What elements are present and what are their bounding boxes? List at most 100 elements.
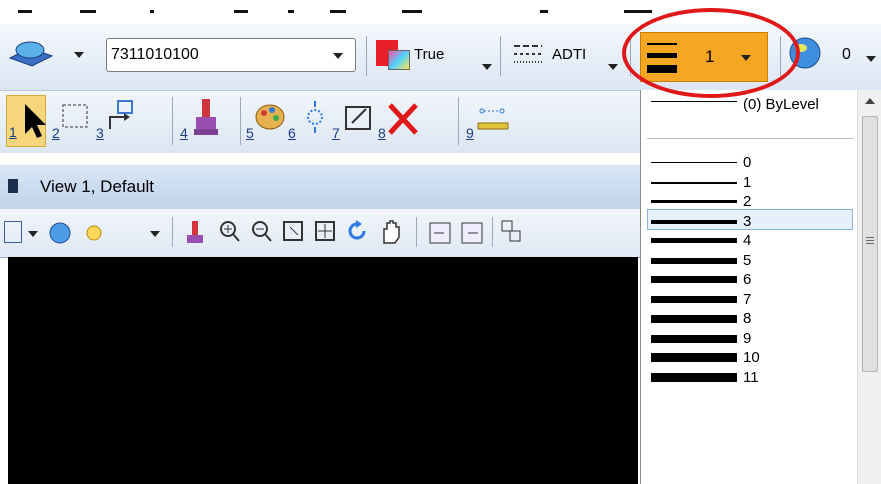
palette-icon (255, 104, 285, 130)
tool-measure[interactable]: 9 (464, 95, 509, 147)
dropdown-scrollbar[interactable] (857, 90, 881, 484)
transparency-dropdown-arrow[interactable] (866, 56, 876, 62)
zoom-out-icon[interactable] (250, 219, 274, 247)
tool-number: 5 (246, 125, 254, 141)
separator (458, 97, 459, 145)
weight-option-line (651, 162, 737, 163)
weight-option-label: 9 (743, 329, 752, 347)
chevron-down-icon[interactable] (150, 231, 160, 237)
scale-icon (345, 106, 371, 130)
view-window-icon (8, 179, 18, 193)
transparency-value: 0 (842, 46, 851, 63)
line-style-icon[interactable] (512, 42, 544, 68)
separator (240, 97, 241, 145)
separator (172, 217, 173, 247)
view-previous-icon[interactable] (428, 221, 452, 245)
weight-option-6[interactable]: 6 (647, 271, 857, 289)
view-attributes-icon[interactable] (4, 221, 22, 243)
weight-option-label: 1 (743, 173, 752, 191)
scroll-up-arrow[interactable] (865, 98, 875, 104)
weight-option-7[interactable]: 7 (647, 291, 857, 309)
weight-option-line (651, 334, 737, 343)
weight-option-label: 3 (743, 212, 752, 230)
line-style-dropdown-arrow[interactable] (608, 64, 618, 70)
weight-option-label: 11 (743, 368, 759, 386)
weight-option-line (651, 219, 737, 224)
weight-option-label: 10 (743, 349, 760, 366)
weight-option-line (651, 257, 737, 264)
view-canvas[interactable] (8, 257, 638, 484)
weight-option-line (651, 315, 737, 323)
weight-option-5[interactable]: 5 (647, 252, 857, 270)
level-combo[interactable]: 7311010100 (106, 38, 356, 72)
weight-option-line (651, 276, 737, 283)
rotate-view-icon[interactable] (346, 219, 370, 247)
tool-change-attributes[interactable]: 5 (244, 95, 285, 147)
view-next-icon[interactable] (460, 221, 484, 245)
separator (416, 217, 417, 247)
partial-icon (150, 10, 154, 13)
move-element-icon (109, 100, 133, 129)
tool-scale[interactable]: 7 (330, 95, 371, 147)
tool-number: 8 (378, 125, 386, 141)
update-view-icon[interactable] (184, 219, 208, 247)
weight-option-9[interactable]: 9 (647, 330, 857, 348)
weight-option-8[interactable]: 8 (647, 310, 857, 328)
lighting-sun-icon[interactable] (80, 219, 108, 247)
weight-option-4[interactable]: 4 (647, 232, 857, 250)
fit-view-icon[interactable] (314, 219, 338, 247)
tool-modify-attributes[interactable]: 4 (178, 95, 218, 147)
tool-fence[interactable]: 2 (50, 95, 90, 147)
level-manager-icon[interactable] (6, 38, 56, 72)
tool-move[interactable]: 3 (94, 95, 134, 147)
paint-brush-icon (194, 99, 218, 135)
weight-option-label: 6 (743, 271, 752, 288)
weight-option-bylevel[interactable]: (0) ByLevel (647, 96, 857, 114)
weight-option-0[interactable]: 0 (647, 154, 857, 172)
view-title-bar: View 1, Default (0, 165, 640, 209)
partial-icon (80, 10, 96, 13)
separator (172, 97, 173, 145)
weight-option-line (651, 200, 737, 203)
weight-option-1[interactable]: 1 (647, 174, 857, 192)
window-area-icon[interactable] (282, 219, 306, 247)
separator (647, 138, 853, 139)
tool-number: 2 (52, 125, 60, 141)
line-weight-dropdown: (0) ByLevel 0 1 2 3 4 5 6 7 8 9 10 11 (640, 90, 881, 484)
weight-option-line (651, 295, 737, 303)
tool-select[interactable]: 1 (6, 95, 46, 147)
weight-option-label: (0) ByLevel (743, 96, 819, 113)
tool-number: 6 (288, 125, 296, 141)
tool-number: 7 (332, 125, 340, 141)
tool-number: 4 (180, 125, 188, 141)
partial-icon (288, 10, 294, 13)
line-style-label: ADTI (552, 46, 587, 63)
scroll-thumb[interactable] (862, 116, 878, 372)
weight-option-label: 4 (743, 232, 752, 249)
color-swatch[interactable] (376, 40, 410, 70)
weight-option-line (651, 372, 737, 382)
partial-icon (234, 10, 248, 13)
weight-option-11[interactable]: 11 (647, 369, 857, 387)
render-icon[interactable] (46, 219, 74, 247)
weight-option-line (651, 238, 737, 243)
color-dropdown-arrow[interactable] (482, 64, 492, 70)
view-tools-toolbar (0, 209, 640, 258)
partial-icon (330, 10, 346, 13)
select-arrow-icon (25, 104, 46, 138)
separator (492, 217, 493, 247)
weight-option-2[interactable]: 2 (647, 193, 857, 211)
weight-option-10[interactable]: 10 (647, 349, 857, 367)
pan-hand-icon[interactable] (378, 217, 404, 247)
zoom-in-icon[interactable] (218, 219, 242, 247)
annotation-highlight-circle (622, 8, 800, 98)
separator (500, 36, 501, 76)
tool-number: 9 (466, 125, 474, 141)
chevron-down-icon[interactable] (28, 231, 38, 237)
tool-highlight[interactable]: 6 (286, 95, 326, 147)
weight-option-label: 8 (743, 310, 752, 327)
copy-view-icon[interactable] (500, 219, 524, 247)
tool-delete[interactable]: 8 (376, 95, 418, 147)
weight-option-3[interactable]: 3 (647, 213, 857, 231)
separator (366, 36, 367, 76)
